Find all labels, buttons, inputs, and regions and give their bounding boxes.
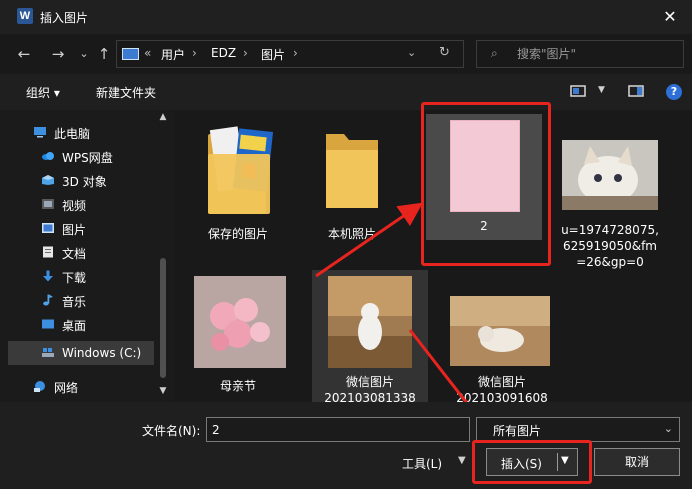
filename-field[interactable]: [206, 417, 470, 442]
insert-button-label: 插入(S): [501, 457, 542, 471]
filetype-select[interactable]: 所有图片 ⌄: [476, 417, 680, 442]
filename-label: 文件名(N):: [142, 424, 201, 438]
split-divider: [557, 453, 558, 471]
insert-button[interactable]: 插入(S) ▼: [486, 448, 578, 476]
tools-dropdown-icon[interactable]: ▼: [458, 455, 466, 466]
filetype-value: 所有图片: [493, 424, 542, 438]
dialog-footer: 文件名(N): 所有图片 ⌄ 工具(L) ▼ 插入(S) ▼ 取消: [0, 402, 692, 489]
chevron-down-icon: ⌄: [663, 422, 673, 435]
insert-dropdown-icon[interactable]: ▼: [561, 455, 569, 466]
annotation-arrow-to-image: [315, 202, 423, 278]
cancel-button[interactable]: 取消: [594, 448, 680, 476]
tools-button[interactable]: 工具(L): [402, 455, 442, 472]
